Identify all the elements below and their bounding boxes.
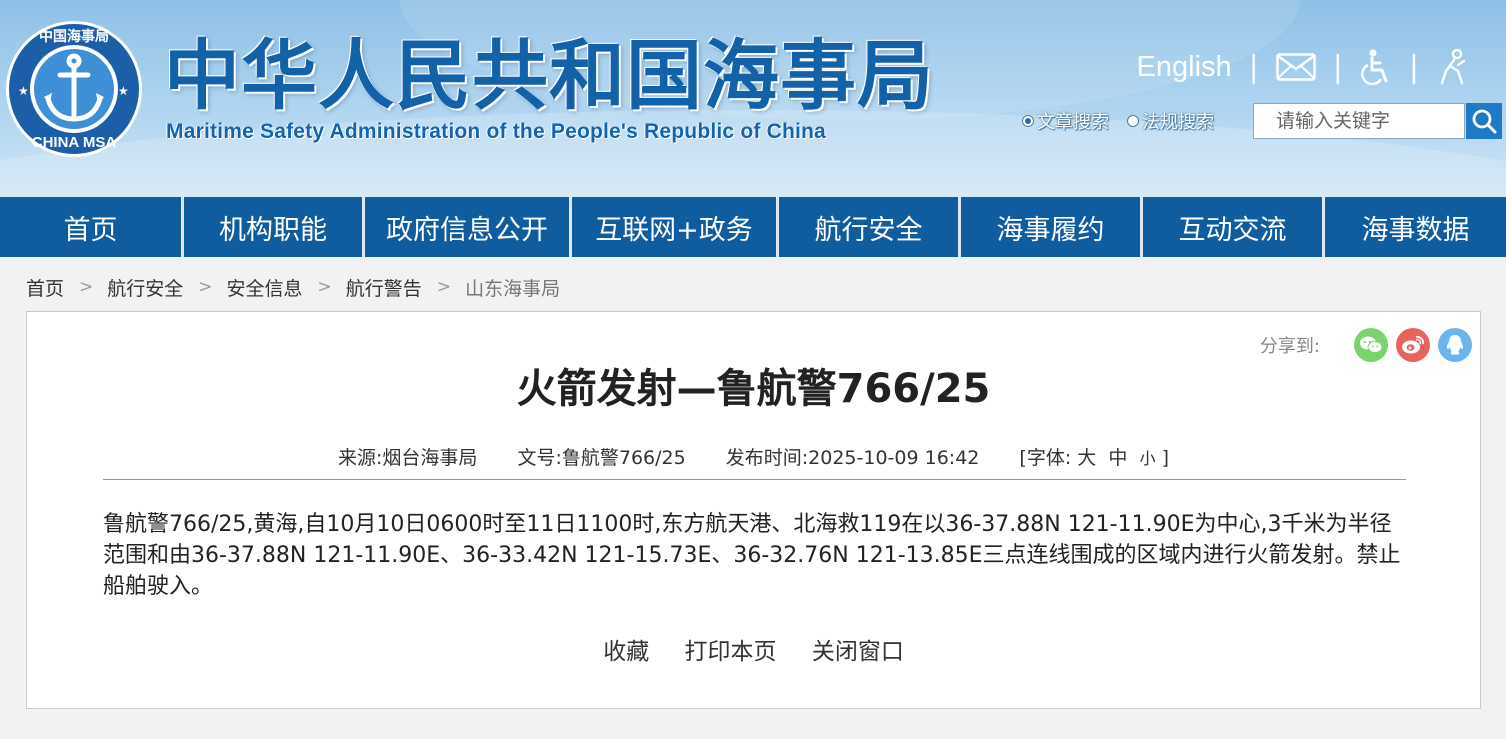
divider: | [1332,49,1343,85]
bookmark-button[interactable]: 收藏 [603,639,649,665]
nav-item-home[interactable]: 首页 [0,197,184,257]
mail-icon[interactable] [1276,53,1316,81]
svg-text:★: ★ [18,84,29,98]
font-size-medium-button[interactable]: 中 [1108,447,1127,469]
main-nav: 首页 机构职能 政府信息公开 互联网+政务 航行安全 海事履约 互动交流 海事数… [0,197,1506,257]
font-size-small-button[interactable]: 小 [1140,449,1156,468]
article-meta: 来源:烟台海事局 文号:鲁航警766/25 发布时间:2025-10-09 16… [27,443,1480,470]
breadcrumb-separator: > [436,277,452,297]
site-subtitle: Maritime Safety Administration of the Pe… [166,120,826,143]
breadcrumb-home[interactable]: 首页 [26,274,64,301]
radio-regulation-search[interactable]: 法规搜索 [1127,108,1214,134]
search-scope: 文章搜索 法规搜索 [1022,103,1232,139]
nav-item-gov-info[interactable]: 政府信息公开 [365,197,572,257]
search-button[interactable] [1466,103,1502,139]
article-actions: 收藏 打印本页 关闭窗口 [27,632,1480,666]
nav-item-navigation-safety[interactable]: 航行安全 [779,197,961,257]
article-source: 来源:烟台海事局 [338,447,478,469]
msa-emblem-icon[interactable]: ★ ★ 中国海事局 CHINA MSA [4,19,144,159]
breadcrumb-nav-warnings[interactable]: 航行警告 [346,274,422,301]
top-tools: English | | | [1137,46,1468,88]
svg-text:中国海事局: 中国海事局 [39,28,109,45]
nav-item-internet-gov[interactable]: 互联网+政务 [572,197,779,257]
article-title: 火箭发射—鲁航警766/25 [516,366,991,412]
article-panel: 分享到: 火箭发射—鲁航警766/25 来源:烟台海事局 文号:鲁航警766/2… [26,311,1481,709]
site-header: ★ ★ 中国海事局 CHINA MSA 中华人民共和国海事局 Maritime … [0,0,1506,197]
article-doc-number: 文号:鲁航警766/25 [517,447,686,469]
breadcrumb-safety-info[interactable]: 安全信息 [227,274,303,301]
nav-item-interaction[interactable]: 互动交流 [1143,197,1325,257]
breadcrumb-navigation-safety[interactable]: 航行安全 [107,274,183,301]
elder-care-icon[interactable] [1436,49,1468,85]
divider: | [1248,49,1259,85]
accessibility-icon[interactable] [1360,49,1392,85]
font-size-bracket: ] [1161,447,1169,469]
article-content: 鲁航警766/25,黄海,自10月10日0600时至11日1100时,东方航天港… [103,512,1401,599]
radio-unchecked-icon [1127,115,1139,127]
site-title[interactable]: 中华人民共和国海事局 [164,36,934,116]
meta-divider [103,479,1406,480]
svg-text:★: ★ [118,84,129,98]
breadcrumb-current: 山东海事局 [465,277,561,300]
breadcrumb: 首页 > 航行安全 > 安全信息 > 航行警告 > 山东海事局 [26,272,560,302]
search-input[interactable] [1253,103,1465,139]
weibo-icon [1402,336,1424,354]
font-size-large-button[interactable]: 大 [1077,447,1096,469]
nav-item-compliance[interactable]: 海事履约 [961,197,1143,257]
share-label: 分享到: [1259,336,1320,357]
qq-icon [1446,335,1464,355]
breadcrumb-separator: > [198,277,213,297]
nav-item-data[interactable]: 海事数据 [1325,197,1506,257]
article-publish-time: 发布时间:2025-10-09 16:42 [725,447,980,469]
english-link[interactable]: English [1137,51,1232,84]
print-button[interactable]: 打印本页 [685,639,777,665]
breadcrumb-separator: > [79,277,94,297]
font-size-label: [字体: [1019,447,1072,469]
radio-checked-icon [1022,115,1034,127]
svg-text:CHINA MSA: CHINA MSA [32,134,117,151]
nav-item-functions[interactable]: 机构职能 [184,197,365,257]
close-window-button[interactable]: 关闭窗口 [812,639,904,665]
breadcrumb-separator: > [317,277,332,297]
search-icon [1472,109,1497,134]
divider: | [1408,49,1419,85]
radio-article-search[interactable]: 文章搜索 [1022,108,1109,134]
wechat-icon [1360,336,1383,353]
